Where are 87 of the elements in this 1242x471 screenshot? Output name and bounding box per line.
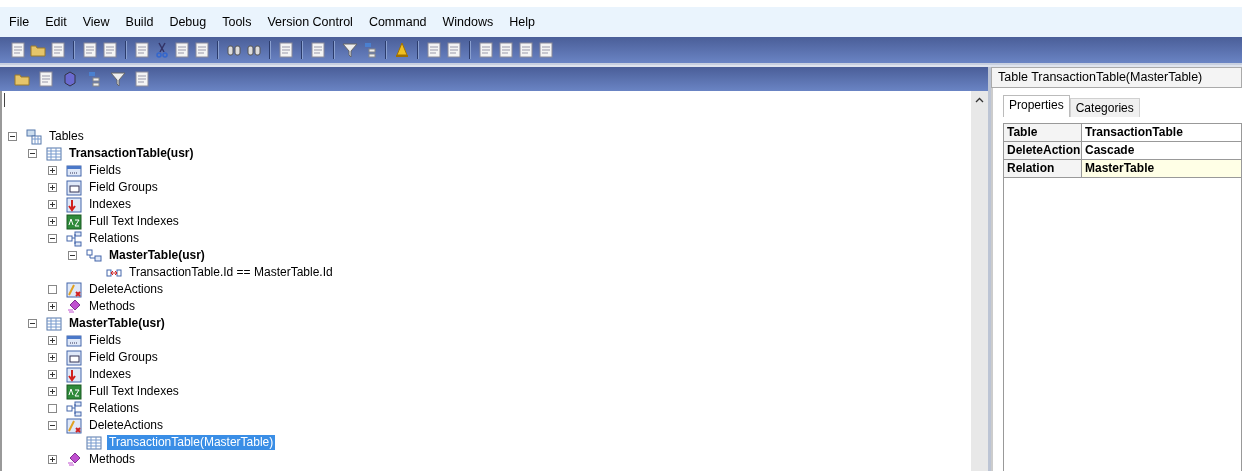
delete-actions-icon — [66, 281, 82, 298]
open-folder-icon[interactable] — [14, 71, 30, 87]
tree-item[interactable]: MasterTable(usr) — [107, 248, 207, 263]
empty-box-icon[interactable] — [48, 285, 57, 294]
tree-item[interactable]: Field Groups — [87, 350, 160, 365]
expand-icon[interactable] — [48, 302, 57, 311]
table-icon — [46, 145, 62, 162]
empty-box-icon[interactable] — [48, 404, 57, 413]
scroll-up-icon[interactable] — [975, 97, 984, 103]
fields-icon — [66, 162, 82, 179]
menu-item[interactable]: Debug — [161, 15, 215, 29]
tree-item[interactable]: Indexes — [87, 367, 134, 382]
tree-item[interactable]: Relations — [87, 231, 142, 246]
tab[interactable]: Categories — [1069, 98, 1140, 117]
menu-item[interactable]: Version Control — [259, 15, 361, 29]
fulltext-icon — [66, 213, 82, 230]
tree-item[interactable]: Relations — [87, 401, 142, 416]
menu-item[interactable]: Help — [501, 15, 543, 29]
collapse-icon[interactable] — [28, 319, 37, 328]
property-name: DeleteAction — [1004, 142, 1082, 159]
relations-icon — [66, 400, 82, 417]
table-icon — [86, 434, 102, 451]
property-value[interactable]: MasterTable — [1082, 160, 1241, 177]
property-value[interactable]: TransactionTable — [1082, 124, 1241, 141]
tree-item[interactable]: Full Text Indexes — [87, 384, 181, 399]
expand-icon[interactable] — [48, 217, 57, 226]
menu-item[interactable]: Command — [360, 15, 435, 29]
tree-item[interactable]: MasterTable(usr) — [67, 316, 167, 331]
filter-icon[interactable] — [342, 42, 358, 58]
menu-item[interactable]: File — [1, 15, 38, 29]
property-value[interactable]: Cascade — [1082, 142, 1241, 159]
properties-title: Table TransactionTable(MasterTable) — [991, 67, 1242, 88]
filter-icon[interactable] — [110, 71, 126, 87]
relations-icon — [66, 230, 82, 247]
menu-item[interactable]: View — [74, 15, 118, 29]
tree-item[interactable]: DeleteActions — [87, 418, 166, 433]
fulltext-icon — [66, 383, 82, 400]
tree-item[interactable]: Fields — [87, 333, 123, 348]
tree-item[interactable]: TransactionTable(usr) — [67, 146, 196, 161]
expand-icon[interactable] — [48, 387, 57, 396]
relation-icon — [86, 247, 102, 264]
find-icon[interactable] — [226, 42, 242, 58]
menu-item[interactable]: Tools — [214, 15, 260, 29]
tree-icon[interactable] — [362, 42, 378, 58]
scrollbar[interactable] — [971, 91, 988, 471]
expand-icon[interactable] — [48, 353, 57, 362]
indexes-icon — [66, 366, 82, 383]
collapse-icon[interactable] — [68, 251, 77, 260]
find-next-icon[interactable] — [246, 42, 262, 58]
collapse-icon[interactable] — [48, 421, 57, 430]
tree-item[interactable]: Full Text Indexes — [87, 214, 181, 229]
menu-item[interactable]: Windows — [434, 15, 502, 29]
expand-icon[interactable] — [48, 455, 57, 464]
tree-item[interactable]: Fields — [87, 163, 123, 178]
collapse-icon[interactable] — [8, 132, 17, 141]
tree-item[interactable]: Field Groups — [87, 180, 160, 195]
tables-icon — [26, 128, 42, 145]
indexes-icon — [66, 196, 82, 213]
tree-icon[interactable] — [86, 71, 102, 87]
field-groups-icon — [66, 179, 82, 196]
property-name: Relation — [1004, 160, 1082, 177]
tree-item[interactable]: Methods — [87, 452, 138, 467]
new-document-icon[interactable] — [10, 42, 26, 58]
expand-icon[interactable] — [48, 183, 57, 192]
collapse-icon[interactable] — [28, 149, 37, 158]
open-folder-icon[interactable] — [30, 42, 46, 58]
tree-item[interactable]: TransactionTable.Id == MasterTable.Id — [127, 265, 335, 280]
menu-item[interactable]: Edit — [37, 15, 75, 29]
cube-icon[interactable] — [62, 71, 78, 87]
tab[interactable]: Properties — [1003, 95, 1070, 117]
property-name: Table — [1004, 124, 1082, 141]
methods-icon — [66, 298, 82, 315]
expand-icon[interactable] — [48, 336, 57, 345]
methods-icon — [66, 451, 82, 468]
fields-icon — [66, 332, 82, 349]
tree-item[interactable]: Indexes — [87, 197, 134, 212]
field-groups-icon — [66, 349, 82, 366]
expand-icon[interactable] — [48, 200, 57, 209]
collapse-icon[interactable] — [48, 234, 57, 243]
tree-item[interactable]: Methods — [87, 299, 138, 314]
table-icon — [46, 315, 62, 332]
expand-icon[interactable] — [48, 370, 57, 379]
tree-item[interactable]: Tables — [47, 129, 86, 144]
expand-icon[interactable] — [48, 166, 57, 175]
tree-item[interactable]: DeleteActions — [87, 282, 166, 297]
menu-item[interactable]: Build — [117, 15, 162, 29]
cut-icon[interactable] — [154, 42, 170, 58]
